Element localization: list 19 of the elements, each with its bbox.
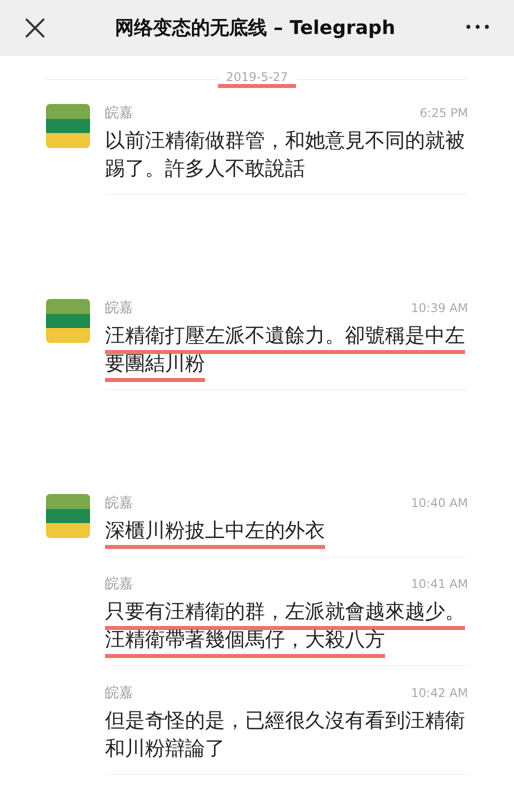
sender-name: 皖嘉 — [105, 494, 133, 512]
message-time: 10:40 AM — [411, 496, 468, 510]
close-icon[interactable] — [24, 17, 46, 39]
message-text: 深櫃川粉披上中左的外衣 — [105, 517, 326, 544]
message-text: 以前汪精衛做群管，和她意見不同的就被踢了。許多人不敢說話 — [105, 127, 466, 182]
sender-name: 皖嘉 — [105, 684, 133, 702]
message-time: 6:25 PM — [420, 106, 468, 120]
message-text: 汪精衛打壓左派不遺餘力。卻號稱是中左要團結川粉 — [105, 322, 466, 377]
sender-name: 皖嘉 — [105, 575, 133, 593]
message-text: 但是奇怪的是，已經很久沒有看到汪精衛和川粉辯論了 — [105, 707, 466, 762]
sender-name: 皖嘉 — [105, 104, 133, 122]
menu-button[interactable]: ••• — [464, 20, 492, 36]
message-text: 只要有汪精衛的群，左派就會越來越少。汪精衛帶著幾個馬仔，大殺八方 — [105, 598, 466, 653]
message-time: 10:41 AM — [411, 577, 468, 591]
message-time: 10:39 AM — [411, 301, 468, 315]
sender-name: 皖嘉 — [105, 299, 133, 317]
date-label: 2019-5-27 — [218, 70, 296, 88]
page-title: 网络变态的无底线 – Telegraph — [114, 16, 396, 41]
message-time: 10:42 AM — [411, 686, 468, 700]
